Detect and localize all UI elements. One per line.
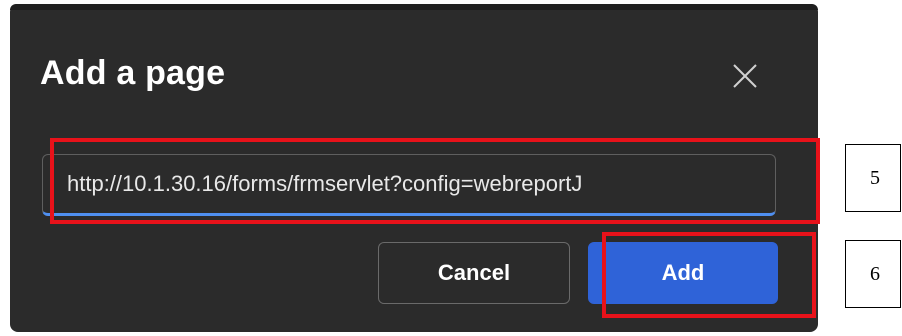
url-input[interactable]: http://10.1.30.16/forms/frmservlet?confi… <box>42 154 776 216</box>
cancel-button[interactable]: Cancel <box>378 242 570 304</box>
add-page-dialog: Add a page http://10.1.30.16/forms/frmse… <box>10 4 818 332</box>
dialog-title: Add a page <box>40 54 226 92</box>
cancel-button-label: Cancel <box>437 260 511 285</box>
step-callout-6: 6 <box>845 240 901 308</box>
close-button[interactable] <box>725 56 765 96</box>
dialog-top-edge <box>10 4 818 10</box>
step-callout-5: 5 <box>845 144 901 212</box>
add-button-label: Add <box>661 260 705 285</box>
url-input-value: http://10.1.30.16/forms/frmservlet?confi… <box>67 171 583 196</box>
close-icon <box>733 64 757 88</box>
step-number-6: 6 <box>870 262 880 285</box>
screenshot-stage: Add a page http://10.1.30.16/forms/frmse… <box>0 0 902 336</box>
add-button[interactable]: Add <box>588 242 778 304</box>
step-number-5: 5 <box>870 166 880 189</box>
